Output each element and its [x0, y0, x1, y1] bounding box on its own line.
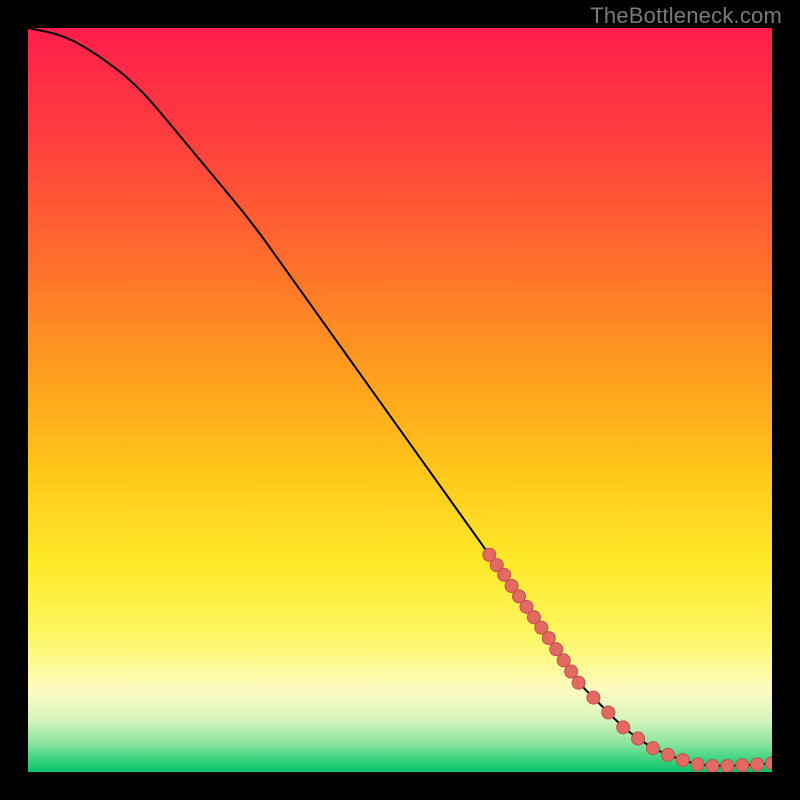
highlight-point: [632, 732, 645, 745]
chart-frame: TheBottleneck.com: [0, 0, 800, 800]
highlight-point: [736, 759, 749, 772]
plot-area: [28, 28, 772, 772]
highlight-point: [498, 568, 511, 581]
highlight-point: [542, 632, 555, 645]
highlight-point: [691, 758, 704, 771]
highlight-point: [706, 760, 719, 772]
highlight-point: [676, 754, 689, 767]
highlight-point: [602, 706, 615, 719]
highlight-point: [572, 676, 585, 689]
highlight-point: [557, 654, 570, 667]
highlight-point: [646, 742, 659, 755]
highlight-point: [721, 760, 734, 772]
highlight-point: [661, 748, 674, 761]
highlight-point: [751, 758, 764, 771]
watermark-text: TheBottleneck.com: [590, 3, 782, 29]
chart-svg: [28, 28, 772, 772]
highlight-point: [550, 643, 563, 656]
gradient-background: [28, 28, 772, 772]
highlight-point: [565, 665, 578, 678]
highlight-point: [587, 691, 600, 704]
highlight-point: [617, 721, 630, 734]
